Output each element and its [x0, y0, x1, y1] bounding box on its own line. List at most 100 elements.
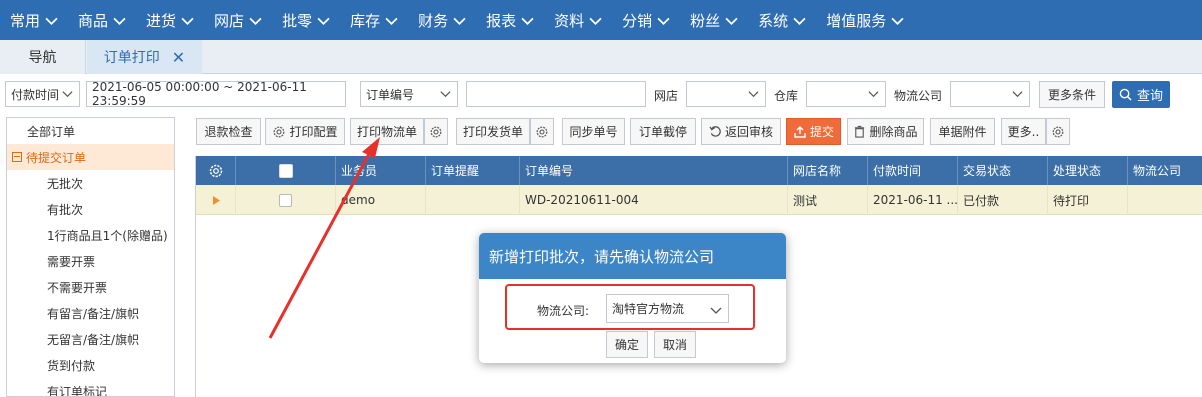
nav-menu-item[interactable]: 库存: [350, 10, 398, 31]
confirm-label: 确定: [614, 338, 639, 352]
nav-menu-item[interactable]: 财务: [418, 10, 466, 31]
cell-order-no: WD-20210611-004: [520, 185, 788, 215]
row-checkbox[interactable]: [279, 193, 292, 207]
attachments-label: 单据附件: [938, 125, 987, 139]
row-select-cell: [236, 185, 336, 215]
tree-item-child[interactable]: 有订单标记: [7, 378, 174, 397]
refund-check-button[interactable]: 退款检查: [196, 118, 261, 145]
print-invoice-settings-button[interactable]: [530, 118, 554, 145]
chevron-down-icon: [725, 17, 738, 25]
tree-item-child[interactable]: 不需要开票: [7, 274, 174, 300]
nav-menu-label: 商品: [78, 11, 109, 30]
print-logistics-button[interactable]: 打印物流单: [350, 118, 424, 145]
nav-menu-item[interactable]: 商品: [78, 10, 126, 31]
gear-icon: [209, 164, 222, 177]
nav-menu-item[interactable]: 进货: [146, 10, 194, 31]
query-button[interactable]: 查询: [1112, 81, 1170, 108]
column-header-reminder[interactable]: 订单提醒: [426, 156, 520, 185]
order-field-select[interactable]: 订单编号: [360, 81, 458, 107]
warehouse-label: 仓库: [774, 89, 799, 103]
tree-item-child[interactable]: 1行商品且1个(除赠品): [7, 222, 174, 248]
delete-goods-label: 删除商品: [869, 125, 918, 139]
nav-menu-item[interactable]: 报表: [486, 10, 534, 31]
nav-menu-item[interactable]: 粉丝: [690, 10, 738, 31]
tab-navigation[interactable]: 导航: [0, 40, 86, 74]
logistics-company-label: 物流公司:: [537, 304, 590, 318]
nav-menu-label: 库存: [350, 11, 381, 30]
print-config-button[interactable]: 打印配置: [265, 118, 345, 145]
tree-item-child[interactable]: 货到付款: [7, 352, 174, 378]
submit-button[interactable]: 提交: [786, 118, 841, 145]
tab-navigation-label: 导航: [28, 50, 57, 66]
column-header-label: 订单编号: [525, 164, 574, 178]
order-search-input[interactable]: [466, 81, 646, 107]
tree-item-child[interactable]: 无留言/备注/旗帜: [7, 326, 174, 352]
chevron-down-icon: [589, 17, 602, 25]
logistics-company-value: 淘特官方物流: [612, 302, 685, 316]
column-header-logistics[interactable]: 物流公司: [1128, 156, 1202, 185]
chevron-down-icon: [181, 17, 194, 25]
column-header-process-status[interactable]: 处理状态: [1048, 156, 1128, 185]
nav-menu-item[interactable]: 增值服务: [826, 10, 904, 31]
tree-item-child[interactable]: 需要开票: [7, 248, 174, 274]
tab-bar: 导航 订单打印 ✕: [0, 40, 1202, 74]
shop-label: 网店: [654, 89, 679, 103]
chevron-down-icon: [249, 17, 262, 25]
tab-order-print[interactable]: 订单打印 ✕: [87, 40, 202, 74]
print-invoice-button[interactable]: 打印发货单: [456, 118, 530, 145]
nav-menu-item[interactable]: 批零: [282, 10, 330, 31]
tree-item-child[interactable]: 无批次: [7, 170, 174, 196]
upload-icon: [794, 125, 806, 138]
chevron-down-icon: [1012, 91, 1023, 98]
table-row[interactable]: demo WD-20210611-004 测试 2021-06-11 ... 已…: [196, 185, 1202, 215]
sync-order-button[interactable]: 同步单号: [562, 118, 625, 145]
nav-menu-item[interactable]: 资料: [554, 10, 602, 31]
chevron-down-icon: [62, 91, 73, 98]
tree-item-child[interactable]: 有批次: [7, 196, 174, 222]
intercept-order-button[interactable]: 订单截停: [630, 118, 696, 145]
cell-salesman: demo: [336, 185, 426, 215]
column-header-shop-name[interactable]: 网店名称: [788, 156, 868, 185]
nav-menu-item[interactable]: 网店: [214, 10, 262, 31]
date-range-input[interactable]: 2021-06-05 00:00:00 ~ 2021-06-11 23:59:5…: [86, 80, 346, 108]
collapse-icon[interactable]: [12, 152, 22, 162]
nav-menu-label: 报表: [486, 11, 517, 30]
return-review-button[interactable]: 返回审核: [701, 118, 781, 145]
warehouse-select[interactable]: [806, 81, 886, 107]
confirm-button[interactable]: 确定: [606, 331, 648, 358]
nav-menu-item[interactable]: 分销: [622, 10, 670, 31]
column-header-salesman[interactable]: 业务员: [336, 156, 426, 185]
attachments-button[interactable]: 单据附件: [930, 118, 995, 145]
cancel-button[interactable]: 取消: [654, 331, 696, 358]
tab-order-print-label: 订单打印: [103, 50, 160, 66]
select-all-checkbox[interactable]: [278, 163, 293, 178]
delete-goods-button[interactable]: 删除商品: [847, 118, 924, 145]
top-navigation: 常用 商品 进货 网店 批零 库存 财务 报表 资料 分销 粉丝 系统 增值服务: [0, 0, 1202, 40]
tree-item-pending-submit[interactable]: 待提交订单: [7, 144, 174, 170]
column-header-order-no[interactable]: 订单编号: [520, 156, 788, 185]
column-header-pay-time[interactable]: 付款时间: [868, 156, 958, 185]
close-icon[interactable]: ✕: [172, 48, 185, 67]
nav-menu-label: 网店: [214, 11, 245, 30]
more-button[interactable]: 更多..: [1001, 118, 1046, 145]
more-conditions-button[interactable]: 更多条件: [1039, 81, 1105, 108]
more-settings-button[interactable]: [1046, 118, 1070, 145]
shop-select[interactable]: [686, 81, 766, 107]
tree-item-all-orders[interactable]: 全部订单: [7, 118, 174, 144]
column-header-trade-status[interactable]: 交易状态: [958, 156, 1048, 185]
column-settings[interactable]: [196, 156, 236, 185]
logistics-company-select[interactable]: 淘特官方物流: [606, 294, 729, 323]
chevron-down-icon: [891, 17, 904, 25]
time-type-value: 付款时间: [11, 87, 60, 102]
tree-item-label: 有批次: [47, 202, 84, 217]
time-type-select[interactable]: 付款时间: [5, 81, 80, 107]
nav-menu-item[interactable]: 常用: [10, 10, 58, 31]
nav-menu-label: 粉丝: [690, 11, 721, 30]
tree-item-label: 有订单标记: [47, 384, 108, 397]
tree-item-label: 无留言/备注/旗帜: [47, 332, 140, 347]
print-logistics-settings-button[interactable]: [424, 118, 448, 145]
column-header-label: 物流公司: [1133, 164, 1182, 178]
logistics-filter-select[interactable]: [950, 81, 1030, 107]
tree-item-child[interactable]: 有留言/备注/旗帜: [7, 300, 174, 326]
nav-menu-item[interactable]: 系统: [758, 10, 806, 31]
